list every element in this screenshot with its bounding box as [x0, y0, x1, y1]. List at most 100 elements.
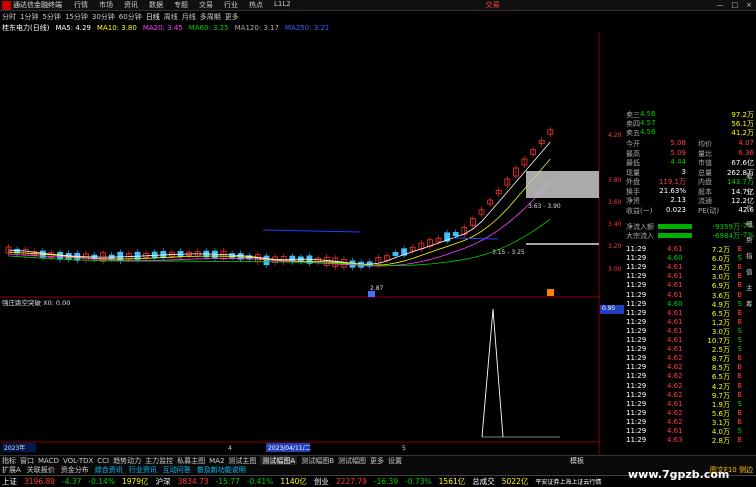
quote-row-4-cell: 内盘	[698, 178, 712, 186]
tick-row-19-cell: B	[737, 417, 742, 426]
extension-tab-2[interactable]: 资金分布	[61, 465, 89, 475]
flow-row-1-cell: 大宗流入	[626, 232, 654, 240]
tick-row-17: 11:29 4.61 1.9万 S	[626, 400, 756, 409]
ma5-line	[8, 141, 551, 265]
index-name-1[interactable]: 沪深	[156, 476, 171, 487]
tick-row-10: 11:29 4.61 10.7万 S	[626, 336, 756, 345]
event-marker-icon[interactable]	[368, 291, 375, 297]
side-tab-7[interactable]: 主	[746, 282, 756, 292]
trade-link[interactable]: 交易	[486, 0, 500, 10]
period-tab-1[interactable]: 1分钟	[20, 12, 38, 22]
side-tab-5[interactable]: 指	[746, 250, 756, 260]
side-tab-1[interactable]: 分	[746, 186, 756, 196]
tick-row-14: 11:29 4.62 6.5万 B	[626, 372, 756, 381]
indicator-tab-11[interactable]: 测试幅图B	[301, 456, 334, 466]
index-pct-2: -0.73%	[405, 477, 432, 486]
period-tab-2[interactable]: 5分钟	[42, 12, 60, 22]
tick-row-6-cell: 11:29	[626, 299, 647, 308]
period-tab-0[interactable]: 分时	[2, 12, 16, 22]
ma10-line	[8, 158, 551, 266]
side-tab-0[interactable]: 笔	[746, 170, 756, 180]
index-change-2: -16.39	[373, 477, 399, 486]
quote-row-4: 外盘 119.1万 内盘 143.7万	[626, 177, 756, 186]
tick-row-0-cell: 11:29	[626, 245, 647, 253]
period-tab-3[interactable]: 15分钟	[65, 12, 88, 22]
ma250-label: MA250: 3.21	[285, 23, 330, 32]
ask-row-1-cell: 4.57	[640, 119, 656, 127]
tick-row-5-cell: 11:29	[626, 290, 647, 299]
tick-row-4-cell: B	[737, 281, 742, 290]
menu-item-6[interactable]: 行业	[224, 0, 238, 10]
side-tab-4[interactable]: 势	[746, 234, 756, 244]
menu-item-5[interactable]: 交易	[199, 0, 213, 10]
period-tab-9[interactable]: 多周期	[200, 12, 221, 22]
period-tab-5[interactable]: 60分钟	[119, 12, 142, 22]
indicator-tab-10[interactable]: 测试幅图A	[260, 455, 298, 466]
side-tab-6[interactable]: 值	[746, 266, 756, 276]
extension-tab-0[interactable]: 扩展A	[2, 465, 21, 475]
price-axis: 4.20 3.80 3.60 3.40 3.20 3.00 0.95	[600, 32, 626, 455]
price-tick: 4.20	[608, 132, 622, 139]
menu-item-0[interactable]: 行情	[74, 0, 88, 10]
side-tab-3[interactable]: 细	[746, 218, 756, 228]
tick-row-17-cell: 4.61	[667, 399, 683, 408]
tick-row-15-cell: 4.62	[667, 381, 683, 390]
extension-tab-6[interactable]: 普及新功能说明	[197, 465, 246, 475]
quote-row-1-cell: 最高	[626, 149, 640, 158]
indicator-tab-12[interactable]: 测试幅图	[338, 456, 366, 466]
side-tab-8[interactable]: 筹	[746, 298, 756, 308]
period-tab-6[interactable]: 日线	[146, 12, 160, 22]
period-tab-7[interactable]: 周线	[164, 12, 178, 22]
indicator-tab-13[interactable]: 更多	[370, 456, 384, 466]
trading-terminal: 通达信金融终端 行情 市场 资讯 数据 专题 交易 行业 热点 L1L2 交易 — □ × 分时…	[0, 0, 756, 487]
quote-row-2-cell: 4.44	[670, 158, 686, 166]
menu-item-4[interactable]: 专题	[174, 0, 188, 10]
quote-row-6-cell: 2.13	[670, 196, 686, 204]
period-tab-4[interactable]: 30分钟	[92, 12, 115, 22]
tick-row-15: 11:29 4.62 4.2万 B	[626, 382, 756, 391]
indicator-tab-14[interactable]: 设置	[388, 456, 402, 466]
index-change-1: -15.77	[215, 477, 240, 486]
ask-row-1: 卖四 4.57 56.1万	[626, 119, 756, 128]
index-name-2[interactable]: 创业	[314, 476, 329, 487]
indicator-value-box: 0.95	[600, 305, 624, 314]
menu-item-2[interactable]: 资讯	[124, 0, 138, 10]
indicator-tab-3[interactable]: VOL-TDX	[63, 457, 93, 465]
ma5-label: MA5: 4.29	[55, 23, 91, 32]
period-tab-8[interactable]: 月线	[182, 12, 196, 22]
minimize-icon[interactable]: —	[717, 1, 724, 9]
menu-item-8[interactable]: L1L2	[274, 0, 291, 10]
window-controls: — □ ×	[717, 1, 756, 9]
quote-row-7: 收益(一) 0.023 PE(动) 42.6	[626, 206, 756, 215]
menu-item-3[interactable]: 数据	[149, 0, 163, 10]
extension-tab-3[interactable]: 综合资讯	[95, 465, 123, 475]
menu-item-1[interactable]: 市场	[99, 0, 113, 10]
period-tab-10[interactable]: 更多	[225, 12, 239, 22]
indicator-tab-8[interactable]: MA2	[209, 457, 224, 465]
indicator-tab-4[interactable]: CCI	[97, 457, 109, 465]
quote-row-6-cell: 净资	[626, 197, 640, 205]
maximize-icon[interactable]: □	[732, 1, 739, 9]
quote-row-1: 最高 5.09 量比 6.36	[626, 149, 756, 158]
side-tab-2[interactable]: 价	[746, 202, 756, 212]
index-value-2: 2227.79	[335, 477, 367, 486]
tick-row-10-cell: S	[737, 336, 742, 344]
flag-marker-icon[interactable]	[547, 289, 554, 296]
tick-row-21-cell: B	[737, 436, 742, 445]
tick-row-5-cell: 4.61	[667, 290, 683, 299]
template-button[interactable]: 模板	[570, 456, 584, 466]
index-name-0[interactable]: 上证	[2, 476, 17, 487]
extension-tab-5[interactable]: 互动问答	[163, 465, 191, 475]
tick-row-4: 11:29 4.61 6.9万 B	[626, 281, 756, 290]
menu-item-7[interactable]: 热点	[249, 0, 263, 10]
tick-row-4-cell: 11:29	[626, 281, 647, 290]
tick-row-20: 11:29 4.61 4.0万 S	[626, 427, 756, 436]
extension-tab-1[interactable]: 关联报价	[27, 465, 55, 475]
app-title: 通达信金融终端	[13, 1, 62, 9]
quote-row-0-cell: 5.08	[670, 139, 686, 147]
ma120-label: MA120: 3.17	[234, 23, 279, 32]
extension-tab-4[interactable]: 行业资讯	[129, 465, 157, 475]
ask-row-2-cell: 41.2万	[731, 129, 754, 137]
indicator-tab-2[interactable]: MACD	[38, 457, 59, 465]
close-icon[interactable]: ×	[746, 1, 752, 9]
